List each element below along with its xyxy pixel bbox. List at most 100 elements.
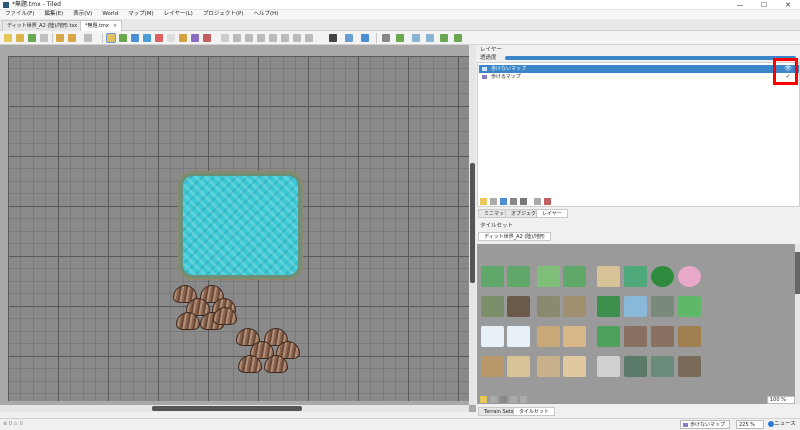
- tab-tilesets[interactable]: タイルセット: [513, 407, 556, 416]
- tab-tileset-file[interactable]: ディット世界_A2 (陸)/地形.tsx×: [2, 20, 91, 31]
- world-tool-icon[interactable]: [345, 34, 353, 42]
- new-file-icon[interactable]: [4, 34, 12, 42]
- insert-polygon-icon[interactable]: [269, 34, 277, 42]
- stone-ground-tile[interactable]: [537, 296, 560, 317]
- sand-tile[interactable]: [507, 356, 530, 377]
- rock-tile[interactable]: [678, 356, 701, 377]
- rock-ground-tile[interactable]: [481, 296, 504, 317]
- insert-point-icon[interactable]: [245, 34, 253, 42]
- text-tool-icon[interactable]: [329, 34, 337, 42]
- lower-layer-icon[interactable]: [500, 198, 507, 205]
- snow-rock-tile[interactable]: [597, 356, 620, 377]
- edit-tileset-icon[interactable]: [510, 396, 517, 403]
- stone-ground-tile[interactable]: [563, 296, 586, 317]
- tileset-scrollbar[interactable]: [795, 244, 800, 404]
- scrollbar-thumb[interactable]: [795, 252, 800, 294]
- delete-layer-icon[interactable]: [520, 198, 527, 205]
- new-tileset-icon[interactable]: [480, 396, 487, 403]
- rotate-right-icon[interactable]: [396, 34, 404, 42]
- tileset-view[interactable]: [477, 244, 795, 404]
- water-grass-tile[interactable]: [624, 266, 647, 287]
- tab-close-icon[interactable]: ×: [113, 23, 117, 29]
- bucket-fill-icon[interactable]: [131, 34, 139, 42]
- map-view[interactable]: [0, 45, 476, 412]
- duplicate-layer-icon[interactable]: [510, 198, 517, 205]
- rock-mound-tile[interactable]: [651, 326, 674, 347]
- sand-tile[interactable]: [537, 326, 560, 347]
- sand-tile[interactable]: [563, 356, 586, 377]
- map-canvas[interactable]: [8, 56, 470, 401]
- bush-tile[interactable]: [597, 296, 620, 317]
- edit-polygons-icon[interactable]: [221, 34, 229, 42]
- cactus-tile[interactable]: [678, 296, 701, 317]
- grass-tile[interactable]: [507, 266, 530, 287]
- flip-vertical-icon[interactable]: [426, 34, 434, 42]
- issues-counter[interactable]: ⊗ 0 ⚠ 0: [3, 421, 23, 427]
- terrain-brush-icon[interactable]: [119, 34, 127, 42]
- raise-layer-icon[interactable]: [490, 198, 497, 205]
- menu-edit[interactable]: 編集(E): [39, 10, 68, 19]
- close-button[interactable]: ✕: [776, 0, 800, 10]
- sand-tile[interactable]: [563, 326, 586, 347]
- menu-help[interactable]: ヘルプ(H): [248, 10, 283, 19]
- map-horizontal-scrollbar[interactable]: [0, 405, 469, 412]
- tree-tile[interactable]: [651, 266, 674, 287]
- embed-tileset-icon[interactable]: [490, 396, 497, 403]
- shape-fill-icon[interactable]: [143, 34, 151, 42]
- tab-tileset-file[interactable]: ディット世界_A2 (陸)/地形: [478, 232, 551, 241]
- show-tiles-icon[interactable]: [454, 34, 462, 42]
- menu-world[interactable]: World: [97, 10, 123, 19]
- magic-wand-icon[interactable]: [179, 34, 187, 42]
- tileset-zoom-select[interactable]: 100 %: [767, 396, 795, 404]
- scrollbar-thumb[interactable]: [152, 406, 302, 411]
- pine-tile[interactable]: [651, 356, 674, 377]
- highlight-current-layer-icon[interactable]: [544, 198, 551, 205]
- grass-tile[interactable]: [537, 266, 560, 287]
- menu-file[interactable]: ファイル(F): [0, 10, 39, 19]
- move-icon[interactable]: [361, 34, 369, 42]
- layer-list[interactable]: 歩けないマップ 👁 歩けるマップ ✓: [477, 62, 800, 207]
- sand-tile[interactable]: [597, 266, 620, 287]
- tab-map-file[interactable]: *無題.tmx ×: [80, 20, 123, 31]
- sand-tile[interactable]: [537, 356, 560, 377]
- insert-tile-icon[interactable]: [281, 34, 289, 42]
- tab-layers[interactable]: レイヤー: [536, 209, 568, 218]
- opacity-slider[interactable]: [505, 56, 796, 60]
- minimize-button[interactable]: —: [728, 0, 752, 10]
- bush-tile[interactable]: [597, 326, 620, 347]
- undo-icon[interactable]: [56, 34, 64, 42]
- grass-tile[interactable]: [481, 266, 504, 287]
- save-icon[interactable]: [28, 34, 36, 42]
- insert-rectangle-icon[interactable]: [233, 34, 241, 42]
- layer-properties-icon[interactable]: [534, 198, 541, 205]
- insert-template-icon[interactable]: [293, 34, 301, 42]
- layer-row-unwalkable[interactable]: 歩けないマップ 👁: [479, 65, 799, 73]
- flip-horizontal-icon[interactable]: [412, 34, 420, 42]
- menu-project[interactable]: プロジェクト(P): [198, 10, 249, 19]
- stamp-brush-icon[interactable]: [106, 33, 116, 43]
- menu-map[interactable]: マップ(M): [123, 10, 159, 19]
- object-select-icon[interactable]: [203, 34, 211, 42]
- open-file-icon[interactable]: [16, 34, 24, 42]
- rotate-left-icon[interactable]: [382, 34, 390, 42]
- layer-row-walkable[interactable]: 歩けるマップ ✓: [479, 73, 799, 81]
- export-icon[interactable]: [40, 34, 48, 42]
- news-button[interactable]: ニュース: [768, 420, 796, 429]
- scrollbar-thumb[interactable]: [470, 163, 475, 283]
- sakura-tree-tile[interactable]: [678, 266, 701, 287]
- eraser-icon[interactable]: [155, 34, 163, 42]
- highlight-layer-icon[interactable]: [440, 34, 448, 42]
- redo-icon[interactable]: [68, 34, 76, 42]
- select-same-tile-icon[interactable]: [191, 34, 199, 42]
- rect-select-icon[interactable]: [167, 34, 175, 42]
- maximize-button[interactable]: ☐: [752, 0, 776, 10]
- current-layer-select[interactable]: 歩けないマップ: [680, 420, 730, 429]
- menu-layer[interactable]: レイヤー(L): [159, 10, 198, 19]
- pine-tile[interactable]: [624, 356, 647, 377]
- menu-view[interactable]: 表示(V): [68, 10, 97, 19]
- crystal-tile[interactable]: [624, 296, 647, 317]
- grass-tile[interactable]: [563, 266, 586, 287]
- export-tileset-icon[interactable]: [500, 396, 507, 403]
- sand-tile[interactable]: [481, 356, 504, 377]
- random-mode-icon[interactable]: [84, 34, 92, 42]
